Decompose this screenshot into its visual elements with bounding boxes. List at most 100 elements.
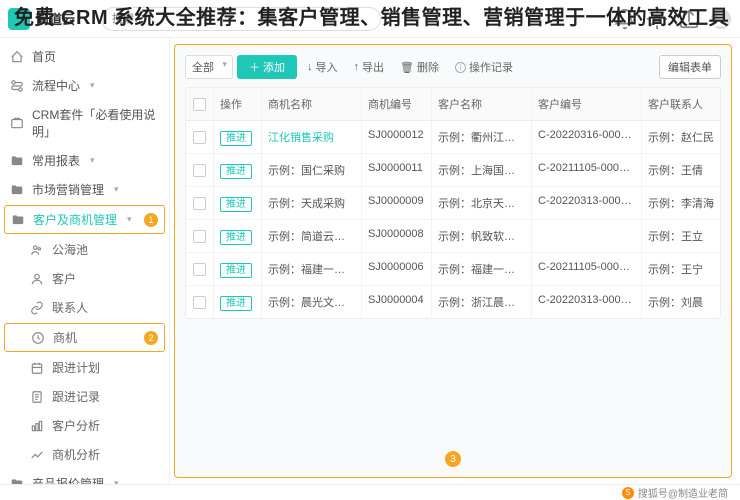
cell-code: SJ0000011 <box>362 154 432 186</box>
row-checkbox[interactable] <box>193 131 206 144</box>
import-button[interactable]: ↓导入 <box>301 56 344 78</box>
folder-icon <box>11 213 25 227</box>
progress-button[interactable]: 推进 <box>220 263 252 278</box>
export-button[interactable]: ↑导出 <box>348 56 391 78</box>
cell-cust: 示例：衢州江化集团 <box>432 121 532 153</box>
cell-contact: 示例：王立 <box>642 220 720 252</box>
progress-button[interactable]: 推进 <box>220 164 252 179</box>
sidebar-item-产品报价管理[interactable]: 产品报价管理▾ <box>0 469 169 484</box>
sohu-icon: S <box>622 487 634 499</box>
add-button[interactable]: ＋添加 <box>237 55 297 79</box>
sidebar-item-常用报表[interactable]: 常用报表▾ <box>0 146 169 175</box>
kit-icon <box>10 116 24 130</box>
row-checkbox[interactable] <box>193 263 206 276</box>
sidebar-item-客户[interactable]: 客户 <box>0 264 169 293</box>
sidebar-item-CRM套件「必看使用说明」[interactable]: CRM套件「必看使用说明」 <box>0 100 169 146</box>
sidebar-item-客户及商机管理[interactable]: 客户及商机管理▾1 <box>4 205 165 234</box>
toolbar: 全部 ＋添加 ↓导入 ↑导出 🗑删除 i操作记录 编辑表单 <box>185 55 721 79</box>
folder-icon <box>10 183 24 197</box>
cell-cnum: C-20220313-0000004 <box>532 286 642 318</box>
sidebar: 首页流程中心▾CRM套件「必看使用说明」常用报表▾市场营销管理▾客户及商机管理▾… <box>0 38 170 484</box>
sidebar-item-公海池[interactable]: 公海池 <box>0 235 169 264</box>
cell-cnum: C-20220316-0000001 <box>532 121 642 153</box>
sidebar-label: 市场营销管理 <box>32 181 104 198</box>
table-row: 推进示例：简道云采购SJ0000008示例：帆致软件有限公司示例：王立 <box>186 220 720 253</box>
th-name[interactable]: 商机名称 <box>262 88 362 120</box>
sidebar-item-流程中心[interactable]: 流程中心▾ <box>0 71 169 100</box>
cell-contact: 示例：王宁 <box>642 253 720 285</box>
row-checkbox[interactable] <box>193 230 206 243</box>
data-table: 操作 商机名称 商机编号 客户名称 客户编号 客户联系人 推进江化销售采购SJ0… <box>185 87 721 319</box>
link-icon <box>30 301 44 315</box>
flow-icon <box>10 79 24 93</box>
sidebar-label: 产品报价管理 <box>32 475 104 484</box>
cell-cust: 示例：上海国仁有限… <box>432 154 532 186</box>
cell-contact: 示例：赵仁民 <box>642 121 720 153</box>
cell-code: SJ0000006 <box>362 253 432 285</box>
cell-cnum: C-20211105-0000001 <box>532 154 642 186</box>
cell-contact: 示例：刘晨 <box>642 286 720 318</box>
progress-button[interactable]: 推进 <box>220 131 252 146</box>
edit-form-button[interactable]: 编辑表单 <box>659 55 721 79</box>
sidebar-label: 客户分析 <box>52 417 100 434</box>
cell-name[interactable]: 示例：晨光文具设备… <box>262 286 362 318</box>
folder-icon <box>10 477 24 485</box>
cell-code: SJ0000004 <box>362 286 432 318</box>
cell-cust: 示例：北京天诚软件… <box>432 187 532 219</box>
cell-name[interactable]: 示例：天成采购 <box>262 187 362 219</box>
th-cust[interactable]: 客户名称 <box>432 88 532 120</box>
sidebar-item-跟进记录[interactable]: 跟进记录 <box>0 382 169 411</box>
table-row: 推进示例：福建一高3月订单SJ0000006示例：福建一高集团C-2021110… <box>186 253 720 286</box>
cell-cnum: C-20211105-0000004 <box>532 253 642 285</box>
progress-button[interactable]: 推进 <box>220 197 252 212</box>
oplog-button[interactable]: i操作记录 <box>449 56 519 78</box>
cell-name[interactable]: 江化销售采购 <box>262 121 362 153</box>
rec-icon <box>30 390 44 404</box>
sidebar-item-跟进计划[interactable]: 跟进计划 <box>0 353 169 382</box>
sidebar-label: 跟进记录 <box>52 388 100 405</box>
th-code[interactable]: 商机编号 <box>362 88 432 120</box>
sidebar-label: 公海池 <box>52 241 88 258</box>
select-all-checkbox[interactable] <box>193 98 206 111</box>
th-cnum[interactable]: 客户编号 <box>532 88 642 120</box>
chevron-down-icon: ▾ <box>90 80 95 91</box>
sidebar-item-商机[interactable]: 商机2 <box>4 323 165 352</box>
table-header: 操作 商机名称 商机编号 客户名称 客户编号 客户联系人 <box>186 88 720 121</box>
sidebar-label: 联系人 <box>52 299 88 316</box>
article-title: 免费 CRM 系统大全推荐：集客户管理、销售管理、营销管理于一体的高效工具 <box>14 4 729 32</box>
sidebar-label: 常用报表 <box>32 152 80 169</box>
folder-icon <box>10 154 24 168</box>
row-checkbox[interactable] <box>193 197 206 210</box>
main-panel: 全部 ＋添加 ↓导入 ↑导出 🗑删除 i操作记录 编辑表单 操作 商机名称 商机… <box>174 44 732 478</box>
cell-code: SJ0000009 <box>362 187 432 219</box>
sidebar-item-首页[interactable]: 首页 <box>0 42 169 71</box>
row-checkbox[interactable] <box>193 164 206 177</box>
ana-icon <box>30 419 44 433</box>
sidebar-label: 客户及商机管理 <box>33 211 117 228</box>
cell-name[interactable]: 示例：国仁采购 <box>262 154 362 186</box>
delete-button[interactable]: 🗑删除 <box>394 56 445 78</box>
sidebar-item-商机分析[interactable]: 商机分析 <box>0 440 169 469</box>
annotation-badge: 1 <box>144 213 158 227</box>
sidebar-item-联系人[interactable]: 联系人 <box>0 293 169 322</box>
sidebar-label: 跟进计划 <box>52 359 100 376</box>
cell-cnum: C-20220313-0000002 <box>532 187 642 219</box>
chevron-down-icon: ▾ <box>114 184 119 195</box>
ana2-icon <box>30 448 44 462</box>
plan-icon <box>30 361 44 375</box>
sidebar-label: 商机 <box>53 329 77 346</box>
sidebar-item-客户分析[interactable]: 客户分析 <box>0 411 169 440</box>
cell-name[interactable]: 示例：简道云采购 <box>262 220 362 252</box>
cell-contact: 示例：王倩 <box>642 154 720 186</box>
cell-name[interactable]: 示例：福建一高3月订单 <box>262 253 362 285</box>
table-row: 推进示例：晨光文具设备…SJ0000004示例：浙江晨光文具…C-2022031… <box>186 286 720 318</box>
cell-cust: 示例：浙江晨光文具… <box>432 286 532 318</box>
progress-button[interactable]: 推进 <box>220 296 252 311</box>
th-contact[interactable]: 客户联系人 <box>642 88 720 120</box>
filter-select[interactable]: 全部 <box>185 55 233 79</box>
cell-code: SJ0000012 <box>362 121 432 153</box>
sidebar-label: CRM套件「必看使用说明」 <box>32 106 159 140</box>
sidebar-item-市场营销管理[interactable]: 市场营销管理 ▾ <box>0 175 169 204</box>
row-checkbox[interactable] <box>193 296 206 309</box>
progress-button[interactable]: 推进 <box>220 230 252 245</box>
